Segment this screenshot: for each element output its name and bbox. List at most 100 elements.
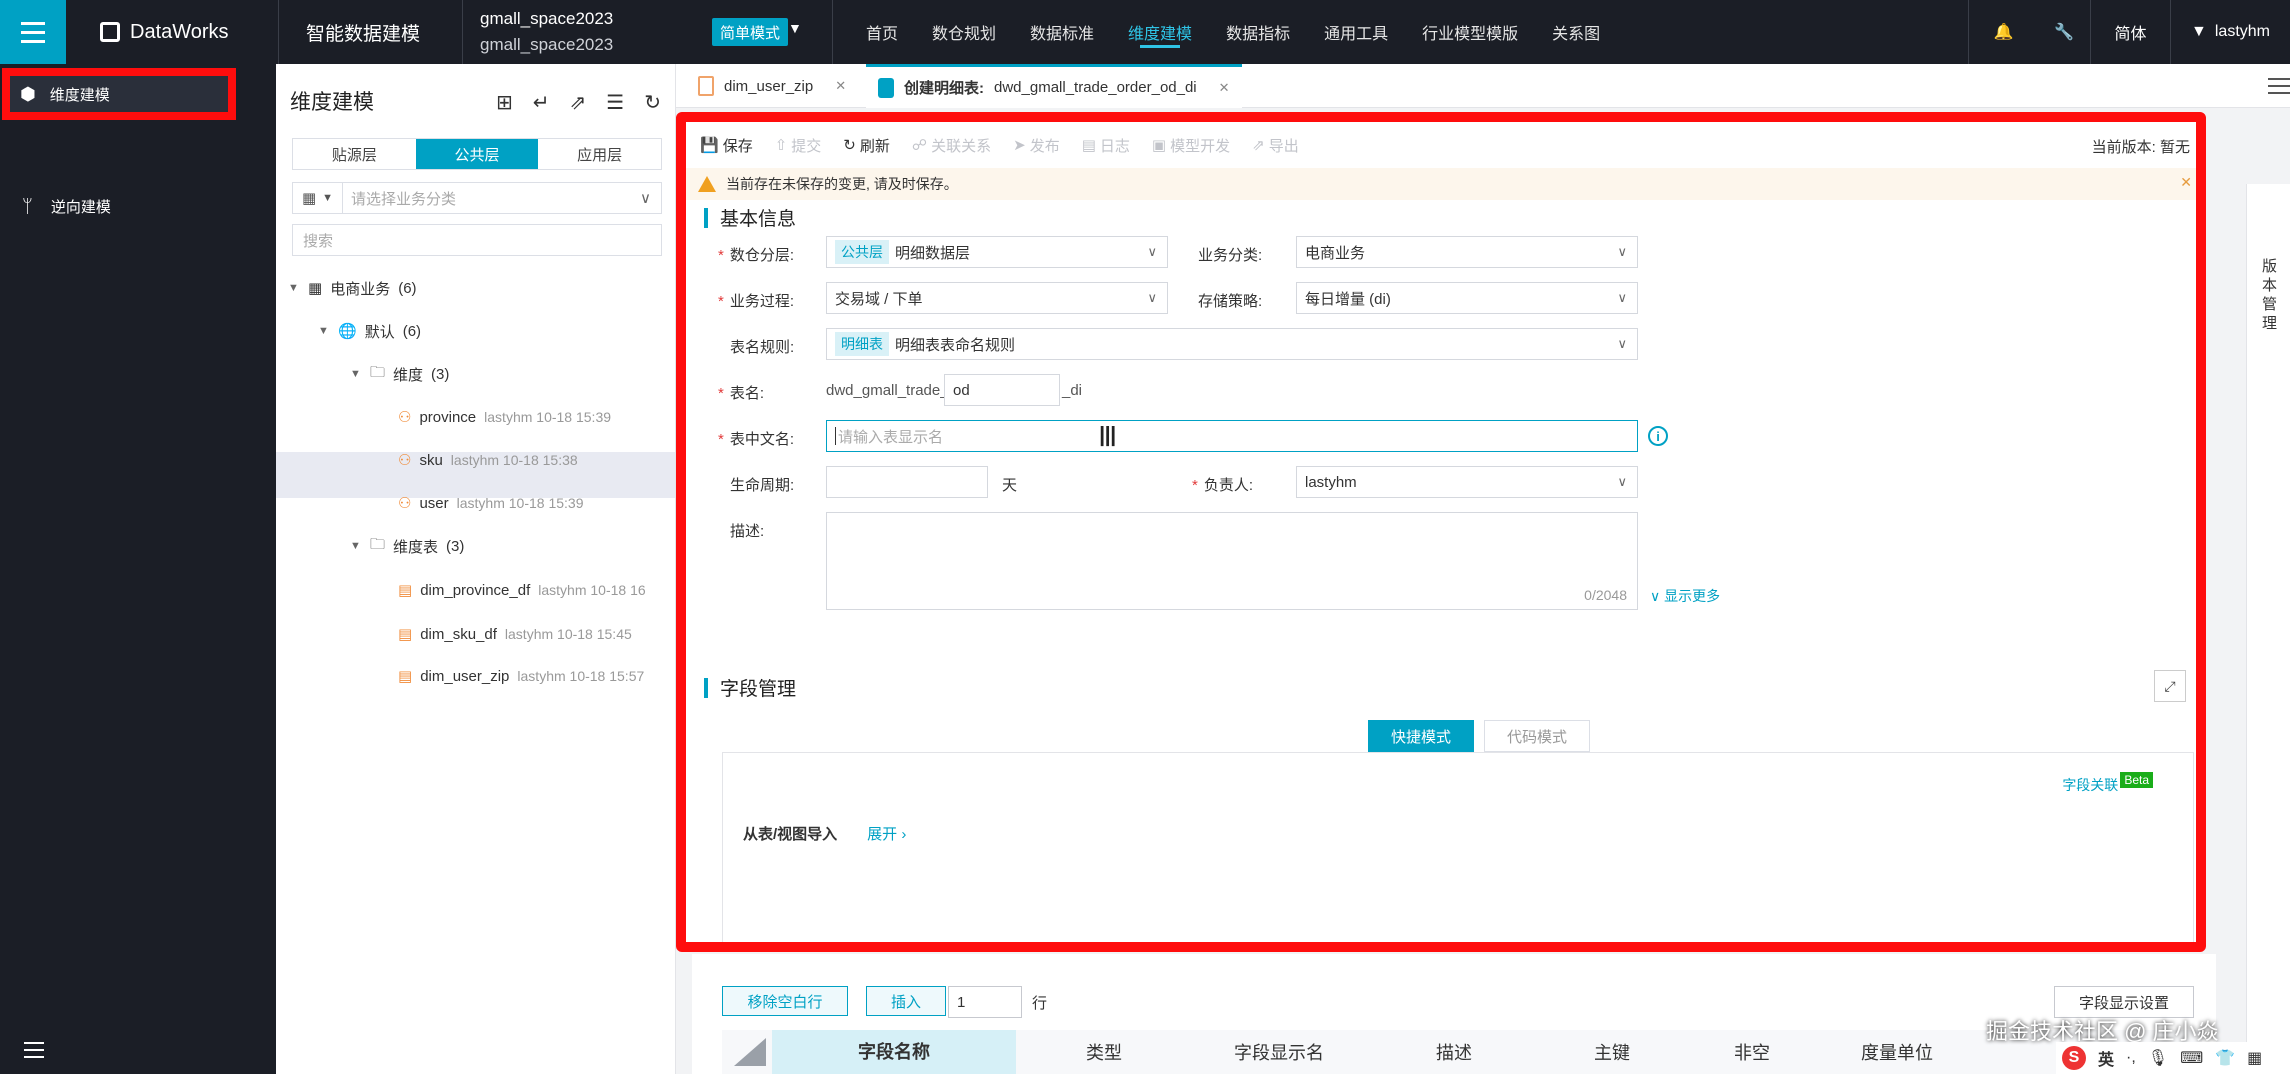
tree-node-user[interactable]: ⚇ user lastyhm 10-18 15:39 <box>398 488 584 518</box>
save-icon: 💾 <box>700 137 719 154</box>
col-not-null[interactable]: 非空 <box>1682 1039 1822 1065</box>
close-icon[interactable]: ✕ <box>835 78 846 94</box>
col-type[interactable]: 类型 <box>1016 1039 1192 1065</box>
lifecycle-unit: 天 <box>1002 477 1018 494</box>
process-select[interactable]: 交易域 / 下单 ∨ <box>826 282 1168 314</box>
select-value: 明细表表命名规则 <box>895 336 1016 354</box>
col-primary-key[interactable]: 主键 <box>1542 1039 1682 1065</box>
publish-button[interactable]: ➤ 发布 <box>1013 135 1060 156</box>
tree-node-province[interactable]: ⚇ province lastyhm 10-18 15:39 <box>398 402 611 432</box>
list-icon[interactable]: ☰ <box>606 90 624 115</box>
rail-item-reverse-modeling[interactable]: ᛘ 逆向建模 <box>0 184 276 228</box>
show-more-label: 显示更多 <box>1664 588 1721 604</box>
tree-node-dimension[interactable]: ▼ 🗀 维度 (3) <box>350 359 449 389</box>
biz-select[interactable]: 电商业务 ∨ <box>1296 236 1638 268</box>
rule-select[interactable]: 明细表 明细表表命名规则 ∨ <box>826 328 1638 360</box>
mode-switch[interactable]: 简单模式 <box>712 18 789 46</box>
owner-select[interactable]: lastyhm ∨ <box>1296 466 1638 498</box>
workspace-selector[interactable]: gmall_space2023 gmall_space2023 <box>480 6 613 58</box>
export-icon[interactable]: ⇗ <box>570 90 587 115</box>
tree-node-dim-province-df[interactable]: ▤ dim_province_df lastyhm 10-18 16 <box>398 575 646 605</box>
close-icon[interactable]: ✕ <box>2180 174 2192 191</box>
show-more-link[interactable]: ∨ 显示更多 <box>1650 586 1720 606</box>
caret-down-icon: ▼ <box>318 325 329 337</box>
nav-home[interactable]: 首页 <box>866 0 898 64</box>
tab-common-layer[interactable]: 公共层 <box>415 139 539 169</box>
wrench-icon[interactable]: 🔧 <box>2038 0 2090 64</box>
export-button[interactable]: ⇗ 导出 <box>1252 135 1299 156</box>
log-button[interactable]: ▤ 日志 <box>1082 135 1130 156</box>
tree-node-default[interactable]: ▼ 🌐 默认 (6) <box>318 316 421 346</box>
storage-select[interactable]: 每日增量 (di) ∨ <box>1296 282 1638 314</box>
lifecycle-input[interactable] <box>826 466 988 498</box>
chevron-down-icon: ∨ <box>1617 336 1627 351</box>
col-description[interactable]: 描述 <box>1366 1039 1542 1065</box>
bell-icon[interactable]: 🔔 <box>1968 0 2038 64</box>
version-panel[interactable]: 版本管理 <box>2246 184 2290 1064</box>
info-icon[interactable]: i <box>1648 426 1668 446</box>
col-field-name[interactable]: 字段名称 <box>772 1030 1016 1074</box>
import-icon[interactable]: ↵ <box>533 90 550 115</box>
dataworks-logo[interactable]: DataWorks <box>100 0 229 64</box>
nav-dw-planning[interactable]: 数仓规划 <box>932 0 996 64</box>
keyboard-icon[interactable]: ⌨ <box>2180 1048 2203 1068</box>
tree-node-dimension-table[interactable]: ▼ 🗀 维度表 (3) <box>350 531 464 561</box>
model-dev-button[interactable]: ▣ 模型开发 <box>1152 135 1230 156</box>
layer-select[interactable]: 公共层 明细数据层 ∨ <box>826 236 1168 268</box>
punctuation-icon[interactable]: ·, <box>2126 1049 2136 1067</box>
nav-common-tools[interactable]: 通用工具 <box>1324 0 1388 64</box>
rail-item-dimension-modeling[interactable]: ⬢ 维度建模 <box>2 68 236 120</box>
sogou-icon[interactable]: S <box>2062 1046 2086 1070</box>
apps-icon[interactable]: ▦ <box>2247 1048 2262 1068</box>
product-name[interactable]: 智能数据建模 <box>306 0 420 64</box>
tree-node-dim-sku-df[interactable]: ▤ dim_sku_df lastyhm 10-18 15:45 <box>398 619 632 649</box>
ime-lang[interactable]: 英 <box>2098 1046 2114 1070</box>
refresh-icon: ↻ <box>843 137 856 154</box>
nav-data-metrics[interactable]: 数据指标 <box>1226 0 1290 64</box>
tab-code-mode[interactable]: 代码模式 <box>1484 720 1591 752</box>
user-menu[interactable]: ▼ lastyhm <box>2170 0 2290 64</box>
side-menu-icon[interactable] <box>2268 78 2290 94</box>
category-select[interactable]: ▦ ▼ 请选择业务分类 ∨ <box>292 182 662 214</box>
nav-relation-graph[interactable]: 关系图 <box>1552 0 1600 64</box>
expand-link[interactable]: 展开 › <box>867 823 906 844</box>
save-button[interactable]: 💾 保存 <box>700 135 753 156</box>
language-switch[interactable]: 简体 <box>2090 0 2170 64</box>
desc-char-count: 0/2048 <box>1584 587 1627 603</box>
col-display-name[interactable]: 字段显示名 <box>1192 1039 1366 1065</box>
hamburger-menu-icon[interactable] <box>0 0 66 64</box>
microphone-icon[interactable]: 🎙 <box>2148 1048 2168 1068</box>
nav-data-standard[interactable]: 数据标准 <box>1030 0 1094 64</box>
tree-node-ecommerce[interactable]: ▼ ▦ 电商业务 (6) <box>288 273 417 303</box>
tab-quick-mode[interactable]: 快捷模式 <box>1368 720 1475 752</box>
tree-node-dim-user-zip[interactable]: ▤ dim_user_zip lastyhm 10-18 15:57 <box>398 661 644 691</box>
tab-create-detail-table[interactable]: 创建明细表: dwd_gmall_trade_order_od_di ✕ <box>866 64 1242 108</box>
close-icon[interactable]: ✕ <box>1219 80 1230 96</box>
tab-dim-user-zip[interactable]: dim_user_zip ✕ <box>686 64 858 108</box>
skin-icon[interactable]: 👕 <box>2215 1048 2235 1068</box>
collapse-menu-icon[interactable] <box>24 1042 44 1058</box>
fullscreen-icon[interactable]: ⤢ <box>2154 670 2186 702</box>
left-rail: ⬢ 维度建模 ᛘ 逆向建模 <box>0 64 276 1074</box>
desc-textarea[interactable]: 0/2048 <box>826 512 1638 610</box>
field-relation-link[interactable]: 字段关联 Beta <box>2062 765 2153 795</box>
cn-name-input[interactable]: 请输入表显示名 <box>826 420 1638 452</box>
chevron-down-icon[interactable]: ▼ <box>788 20 802 36</box>
name-input[interactable]: od <box>944 374 1060 406</box>
col-unit[interactable]: 度量单位 <box>1822 1039 1972 1065</box>
nav-dimension-modeling[interactable]: 维度建模 <box>1128 0 1192 64</box>
insert-count-input[interactable]: 1 <box>948 986 1022 1018</box>
relation-button[interactable]: ☍ 关联关系 <box>912 135 991 156</box>
remove-empty-rows-button[interactable]: 移除空白行 <box>722 986 848 1016</box>
tab-app-layer[interactable]: 应用层 <box>538 139 661 169</box>
field-table-header: 字段名称 类型 字段显示名 描述 主键 非空 度量单位 <box>722 1030 2202 1074</box>
nav-industry-templates[interactable]: 行业模型模版 <box>1422 0 1518 64</box>
refresh-button[interactable]: ↻ 刷新 <box>843 135 890 156</box>
tab-source-layer[interactable]: 贴源层 <box>293 139 416 169</box>
submit-button[interactable]: ⇧ 提交 <box>775 135 822 156</box>
tree-search-input[interactable]: 搜索 <box>292 224 662 256</box>
add-icon[interactable]: ⊞ <box>496 90 513 115</box>
insert-button[interactable]: 插入 <box>866 986 946 1016</box>
refresh-icon[interactable]: ↻ <box>644 90 661 115</box>
tree-node-sku[interactable]: ⚇ sku lastyhm 10-18 15:38 <box>398 445 578 475</box>
